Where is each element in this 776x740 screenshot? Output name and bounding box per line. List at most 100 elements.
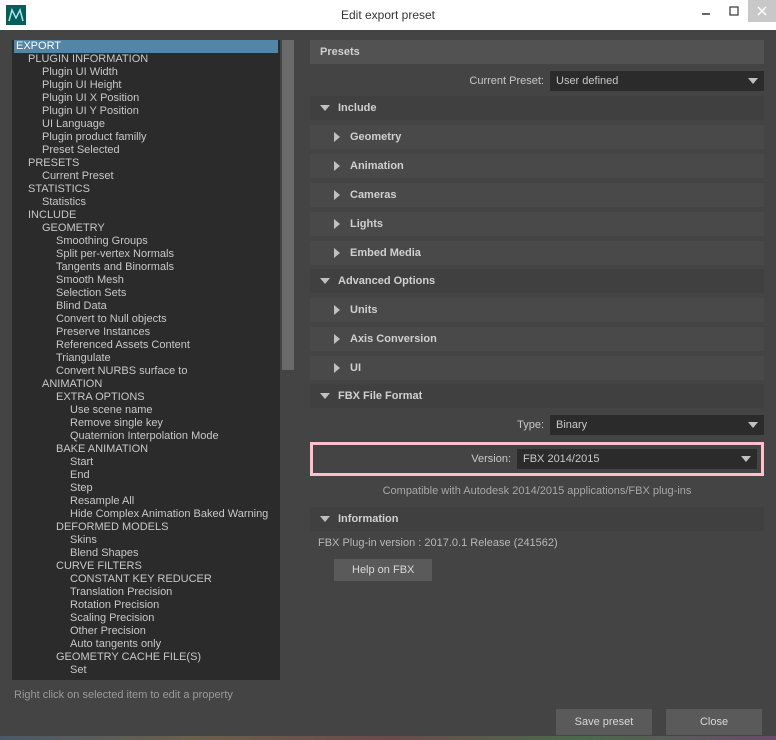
embed-media-row[interactable]: Embed Media bbox=[310, 241, 764, 265]
information-label: Information bbox=[338, 513, 399, 525]
type-value: Binary bbox=[556, 419, 587, 431]
tree-item[interactable]: ANIMATION bbox=[14, 378, 278, 391]
tree-item[interactable]: Statistics bbox=[14, 196, 278, 209]
tree-item[interactable]: Start bbox=[14, 456, 278, 469]
chevron-down-icon bbox=[748, 78, 758, 84]
tree-item[interactable]: PLUGIN INFORMATION bbox=[14, 53, 278, 66]
tree-item[interactable]: Referenced Assets Content bbox=[14, 339, 278, 352]
tree-item[interactable]: Triangulate bbox=[14, 352, 278, 365]
help-on-fbx-button[interactable]: Help on FBX bbox=[334, 559, 432, 581]
close-button[interactable] bbox=[748, 0, 776, 22]
tree-item[interactable]: Resample All bbox=[14, 495, 278, 508]
fbx-format-header[interactable]: FBX File Format bbox=[310, 384, 764, 408]
animation-row[interactable]: Animation bbox=[310, 154, 764, 178]
tree-item[interactable]: Plugin UI Width bbox=[14, 66, 278, 79]
plugin-version-text: FBX Plug-in version : 2017.0.1 Release (… bbox=[310, 535, 764, 553]
save-preset-button[interactable]: Save preset bbox=[556, 709, 652, 735]
tree-item[interactable]: Convert NURBS surface to bbox=[14, 365, 278, 378]
units-row[interactable]: Units bbox=[310, 298, 764, 322]
tree-item[interactable]: Skins bbox=[14, 534, 278, 547]
tree-item[interactable]: Other Precision bbox=[14, 625, 278, 638]
tree-item[interactable]: INCLUDE bbox=[14, 209, 278, 222]
tree-item[interactable]: Blend Shapes bbox=[14, 547, 278, 560]
chevron-right-icon bbox=[334, 132, 340, 142]
version-select[interactable]: FBX 2014/2015 bbox=[517, 449, 757, 469]
axis-conversion-row[interactable]: Axis Conversion bbox=[310, 327, 764, 351]
tree-item[interactable]: UI Language bbox=[14, 118, 278, 131]
tree-item[interactable]: Set bbox=[14, 664, 278, 677]
include-header[interactable]: Include bbox=[310, 96, 764, 120]
window-title: Edit export preset bbox=[341, 8, 435, 22]
minimize-button[interactable] bbox=[692, 0, 720, 22]
tree-item[interactable]: Plugin UI X Position bbox=[14, 92, 278, 105]
close-dialog-button[interactable]: Close bbox=[666, 709, 762, 735]
maximize-button[interactable] bbox=[720, 0, 748, 22]
tree-item[interactable]: Hide Complex Animation Baked Warning bbox=[14, 508, 278, 521]
geometry-row[interactable]: Geometry bbox=[310, 125, 764, 149]
tree-item[interactable]: Plugin UI Y Position bbox=[14, 105, 278, 118]
tree-item[interactable]: Quaternion Interpolation Mode bbox=[14, 430, 278, 443]
tree-item[interactable]: EXTRA OPTIONS bbox=[14, 391, 278, 404]
tree-item[interactable]: Rotation Precision bbox=[14, 599, 278, 612]
tree-item[interactable]: CURVE FILTERS bbox=[14, 560, 278, 573]
tree-item[interactable]: CONSTANT KEY REDUCER bbox=[14, 573, 278, 586]
property-tree[interactable]: EXPORTPLUGIN INFORMATIONPlugin UI WidthP… bbox=[12, 40, 280, 677]
tree-item[interactable]: Blind Data bbox=[14, 300, 278, 313]
tree-item[interactable]: Split per-vertex Normals bbox=[14, 248, 278, 261]
tree-item[interactable]: BAKE ANIMATION bbox=[14, 443, 278, 456]
ui-row[interactable]: UI bbox=[310, 356, 764, 380]
current-preset-label: Current Preset: bbox=[310, 75, 550, 87]
tree-item[interactable]: EXPORT bbox=[14, 40, 278, 53]
tree-item[interactable]: Auto tangents only bbox=[14, 638, 278, 651]
advanced-header[interactable]: Advanced Options bbox=[310, 269, 764, 293]
tree-item[interactable]: Selection Sets bbox=[14, 287, 278, 300]
tree-item[interactable]: Convert to Null objects bbox=[14, 313, 278, 326]
version-highlight: Version: FBX 2014/2015 bbox=[310, 442, 764, 476]
chevron-down-icon bbox=[748, 422, 758, 428]
include-label: Include bbox=[338, 102, 377, 114]
tree-item[interactable]: Tangents and Binormals bbox=[14, 261, 278, 274]
version-row: Version: FBX 2014/2015 bbox=[317, 448, 757, 470]
cameras-row[interactable]: Cameras bbox=[310, 183, 764, 207]
tree-item[interactable]: Translation Precision bbox=[14, 586, 278, 599]
tree-item[interactable]: Current Preset bbox=[14, 170, 278, 183]
presets-header[interactable]: Presets bbox=[310, 40, 764, 64]
app-icon bbox=[6, 5, 26, 25]
current-preset-value: User defined bbox=[556, 75, 618, 87]
tree-item[interactable]: Scaling Precision bbox=[14, 612, 278, 625]
chevron-down-icon bbox=[320, 278, 330, 284]
tree-item[interactable]: GEOMETRY CACHE FILE(S) bbox=[14, 651, 278, 664]
tree-scrollbar[interactable] bbox=[280, 40, 296, 680]
chevron-right-icon bbox=[334, 363, 340, 373]
tree-item[interactable]: Remove single key bbox=[14, 417, 278, 430]
advanced-label: Advanced Options bbox=[338, 275, 435, 287]
footer: Right click on selected item to edit a p… bbox=[0, 683, 776, 739]
chevron-right-icon bbox=[334, 334, 340, 344]
tree-item[interactable]: Smoothing Groups bbox=[14, 235, 278, 248]
tree-item[interactable]: Step bbox=[14, 482, 278, 495]
type-select[interactable]: Binary bbox=[550, 415, 764, 435]
chevron-right-icon bbox=[334, 248, 340, 258]
information-header[interactable]: Information bbox=[310, 507, 764, 531]
fbx-format-label: FBX File Format bbox=[338, 390, 422, 402]
version-label: Version: bbox=[317, 453, 517, 465]
tree-item[interactable]: STATISTICS bbox=[14, 183, 278, 196]
tree-item[interactable]: DEFORMED MODELS bbox=[14, 521, 278, 534]
main-area: EXPORTPLUGIN INFORMATIONPlugin UI WidthP… bbox=[0, 30, 776, 679]
tree-item[interactable]: Preset Selected bbox=[14, 144, 278, 157]
footer-hint: Right click on selected item to edit a p… bbox=[14, 689, 762, 701]
tree-item[interactable]: Preserve Instances bbox=[14, 326, 278, 339]
version-value: FBX 2014/2015 bbox=[523, 453, 599, 465]
tree-item[interactable]: Plugin product familly bbox=[14, 131, 278, 144]
compat-text: Compatible with Autodesk 2014/2015 appli… bbox=[310, 482, 764, 503]
lights-row[interactable]: Lights bbox=[310, 212, 764, 236]
tree-item[interactable]: Plugin UI Height bbox=[14, 79, 278, 92]
scrollbar-thumb[interactable] bbox=[282, 40, 294, 370]
current-preset-select[interactable]: User defined bbox=[550, 71, 764, 91]
tree-item[interactable]: GEOMETRY bbox=[14, 222, 278, 235]
tree-item[interactable]: PRESETS bbox=[14, 157, 278, 170]
tree-item[interactable]: Use scene name bbox=[14, 404, 278, 417]
tree-item[interactable]: Smooth Mesh bbox=[14, 274, 278, 287]
tree-item[interactable]: End bbox=[14, 469, 278, 482]
chevron-down-icon bbox=[320, 393, 330, 399]
